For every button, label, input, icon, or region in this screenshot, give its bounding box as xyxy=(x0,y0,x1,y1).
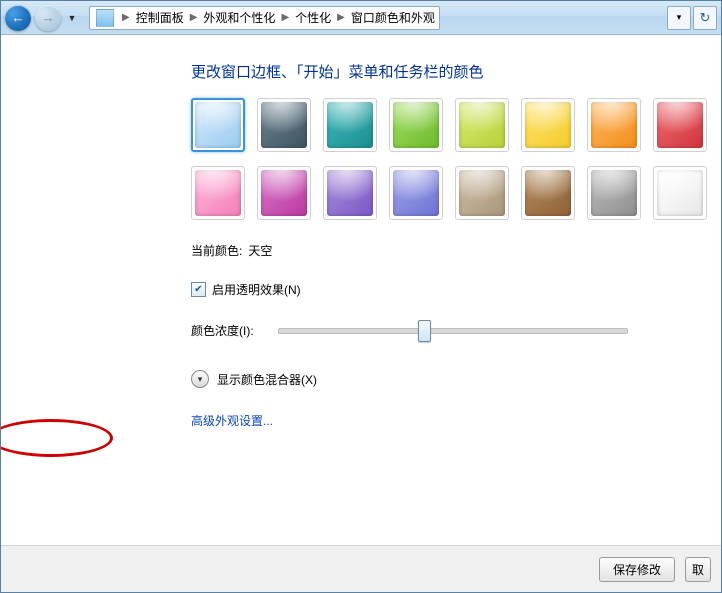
current-color-label: 当前颜色: xyxy=(191,242,242,259)
chevron-right-icon: ▶ xyxy=(186,12,202,23)
save-button[interactable]: 保存修改 xyxy=(599,557,675,582)
color-swatch-frost[interactable] xyxy=(653,166,707,220)
color-swatch-lavender[interactable] xyxy=(389,166,443,220)
transparency-checkbox[interactable]: ✔ xyxy=(191,282,206,297)
color-swatch-sky[interactable] xyxy=(191,98,245,152)
arrow-left-icon: ← xyxy=(12,10,25,25)
current-color-value: 天空 xyxy=(248,242,272,259)
swatch-fill xyxy=(525,102,571,148)
refresh-icon: ↻ xyxy=(700,10,711,26)
swatch-fill xyxy=(393,102,439,148)
arrow-right-icon: → xyxy=(42,10,55,25)
dialog-footer: 保存修改 取 xyxy=(1,545,721,592)
transparency-row: ✔ 启用透明效果(N) xyxy=(191,281,721,298)
color-mixer-label: 显示颜色混合器(X) xyxy=(217,371,317,388)
breadcrumb[interactable]: ▶ 控制面板 ▶ 外观和个性化 ▶ 个性化 ▶ 窗口颜色和外观 xyxy=(89,6,440,30)
color-swatch-slate[interactable] xyxy=(587,166,641,220)
current-color-row: 当前颜色: 天空 xyxy=(191,242,721,259)
chevron-right-icon: ▶ xyxy=(118,12,134,23)
swatch-fill xyxy=(525,170,571,216)
color-swatch-grid xyxy=(191,98,721,220)
breadcrumb-item[interactable]: 控制面板 xyxy=(134,9,186,26)
control-panel-icon xyxy=(96,9,114,27)
chevron-right-icon: ▶ xyxy=(277,12,293,23)
color-swatch-teal[interactable] xyxy=(323,98,377,152)
advanced-appearance-link[interactable]: 高级外观设置... xyxy=(191,414,273,428)
swatch-fill xyxy=(591,102,637,148)
refresh-button[interactable]: ↻ xyxy=(693,6,717,30)
swatch-fill xyxy=(327,102,373,148)
swatch-fill xyxy=(393,170,439,216)
color-swatch-pink[interactable] xyxy=(191,166,245,220)
intensity-row: 颜色浓度(I): xyxy=(191,320,721,340)
slider-track xyxy=(278,328,628,334)
swatch-fill xyxy=(591,170,637,216)
swatch-fill xyxy=(459,102,505,148)
nav-forward-button[interactable]: → xyxy=(35,5,61,31)
swatch-row xyxy=(191,98,721,152)
chevron-right-icon: ▶ xyxy=(333,12,349,23)
intensity-label: 颜色浓度(I): xyxy=(191,322,254,339)
nav-back-button[interactable]: ← xyxy=(5,5,31,31)
slider-thumb[interactable] xyxy=(418,320,431,342)
color-swatch-taupe[interactable] xyxy=(455,166,509,220)
color-swatch-graphite[interactable] xyxy=(257,98,311,152)
advanced-appearance-link-wrap: 高级外观设置... xyxy=(191,412,273,429)
swatch-fill xyxy=(195,170,241,216)
window: ← → ▼ ▶ 控制面板 ▶ 外观和个性化 ▶ 个性化 ▶ 窗口颜色和外观 ▾ … xyxy=(0,0,722,593)
color-swatch-chocolate[interactable] xyxy=(521,166,575,220)
color-mixer-expander[interactable]: ▾ 显示颜色混合器(X) xyxy=(191,370,721,388)
breadcrumb-dropdown[interactable]: ▾ xyxy=(667,6,691,30)
color-swatch-fuchsia[interactable] xyxy=(257,166,311,220)
chevron-down-icon: ▼ xyxy=(68,13,77,23)
chevron-down-icon: ▾ xyxy=(191,370,209,388)
navbar: ← → ▼ ▶ 控制面板 ▶ 外观和个性化 ▶ 个性化 ▶ 窗口颜色和外观 ▾ … xyxy=(1,1,721,35)
swatch-fill xyxy=(459,170,505,216)
breadcrumb-item[interactable]: 外观和个性化 xyxy=(201,9,277,26)
breadcrumb-item[interactable]: 个性化 xyxy=(293,9,333,26)
color-swatch-lime[interactable] xyxy=(455,98,509,152)
breadcrumb-item[interactable]: 窗口颜色和外观 xyxy=(349,9,437,26)
swatch-fill xyxy=(261,102,307,148)
swatch-fill xyxy=(195,102,241,148)
cancel-button[interactable]: 取 xyxy=(685,557,711,582)
swatch-fill xyxy=(327,170,373,216)
color-swatch-leaf[interactable] xyxy=(389,98,443,152)
annotation-ellipse xyxy=(0,419,113,457)
chevron-down-icon: ▾ xyxy=(677,12,682,23)
nav-history-dropdown[interactable]: ▼ xyxy=(65,7,79,29)
swatch-fill xyxy=(261,170,307,216)
transparency-label: 启用透明效果(N) xyxy=(212,281,301,298)
color-swatch-sun[interactable] xyxy=(521,98,575,152)
color-swatch-violet[interactable] xyxy=(323,166,377,220)
swatch-row xyxy=(191,166,721,220)
color-swatch-pumpkin[interactable] xyxy=(587,98,641,152)
page-title: 更改窗口边框、「开始」菜单和任务栏的颜色 xyxy=(191,61,721,82)
intensity-slider[interactable] xyxy=(278,320,628,340)
content-area: 更改窗口边框、「开始」菜单和任务栏的颜色 当前颜色: 天空 ✔ 启用透明效果(N… xyxy=(1,35,721,544)
color-swatch-ruby[interactable] xyxy=(653,98,707,152)
swatch-fill xyxy=(657,102,703,148)
swatch-fill xyxy=(657,170,703,216)
